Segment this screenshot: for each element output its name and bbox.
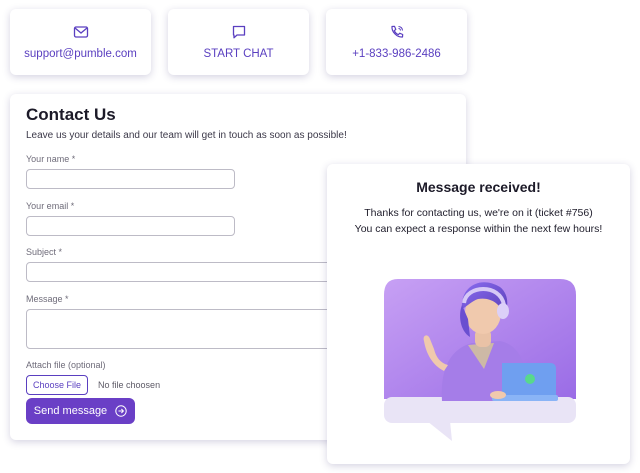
mail-icon [73, 26, 88, 38]
name-label: Your name * [26, 154, 76, 164]
support-agent-illustration [384, 279, 576, 441]
choose-file-button[interactable]: Choose File [26, 375, 89, 395]
phone-contact-text: +1-833-986-2486 [352, 48, 441, 60]
name-input[interactable] [26, 169, 235, 189]
form-subtitle: Leave us your details and our team will … [26, 130, 347, 141]
message-received-dialog: Message received! Thanks for contacting … [327, 164, 630, 464]
email-contact-text: support@pumble.com [24, 48, 137, 60]
phone-icon [390, 25, 403, 38]
email-input[interactable] [26, 216, 235, 236]
form-title: Contact Us [26, 105, 116, 124]
page: support@pumble.com START CHAT +1-833-986… [0, 0, 640, 473]
no-file-text: No file choosen [98, 380, 161, 390]
dialog-line-2: You can expect a response within the nex… [354, 223, 603, 235]
dialog-line-1: Thanks for contacting us, we're on it (t… [364, 207, 593, 219]
start-chat-text: START CHAT [203, 48, 274, 60]
arrow-right-circle-icon [115, 405, 127, 417]
email-contact-card[interactable]: support@pumble.com [10, 9, 151, 75]
phone-contact-card[interactable]: +1-833-986-2486 [326, 9, 467, 75]
send-message-label: Send message [33, 405, 108, 417]
dialog-title: Message received! [416, 179, 541, 195]
start-chat-card[interactable]: START CHAT [168, 9, 309, 75]
send-message-button[interactable]: Send message [26, 398, 135, 424]
chat-icon [232, 25, 245, 39]
